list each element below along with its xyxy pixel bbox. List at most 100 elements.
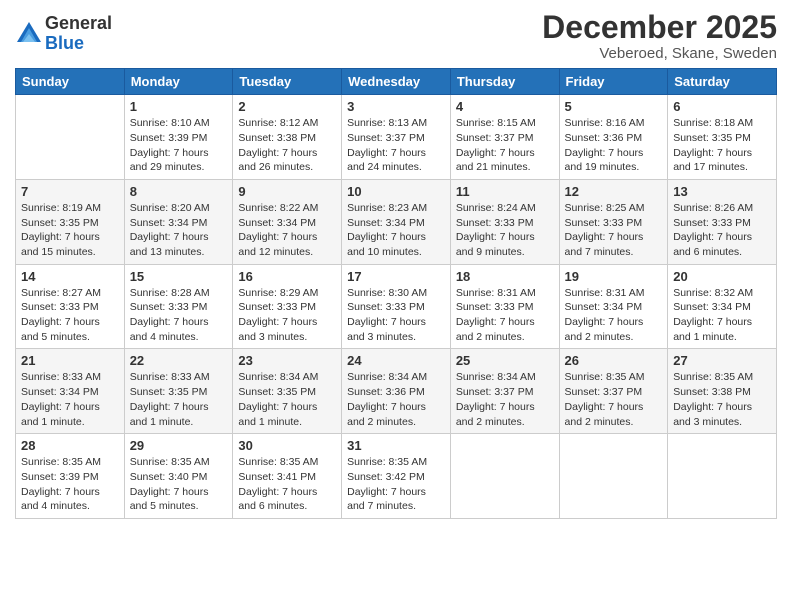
day-info: Sunrise: 8:27 AM Sunset: 3:33 PM Dayligh… xyxy=(21,286,119,345)
day-number: 8 xyxy=(130,184,228,199)
day-info: Sunrise: 8:28 AM Sunset: 3:33 PM Dayligh… xyxy=(130,286,228,345)
day-number: 22 xyxy=(130,353,228,368)
logo-text: General Blue xyxy=(45,14,112,54)
calendar: SundayMondayTuesdayWednesdayThursdayFrid… xyxy=(15,68,777,519)
day-number: 6 xyxy=(673,99,771,114)
calendar-cell: 12 Sunrise: 8:25 AM Sunset: 3:33 PM Dayli… xyxy=(559,179,668,264)
calendar-header-saturday: Saturday xyxy=(668,69,777,95)
calendar-header-sunday: Sunday xyxy=(16,69,125,95)
day-number: 15 xyxy=(130,269,228,284)
calendar-header-friday: Friday xyxy=(559,69,668,95)
calendar-week-1: 7 Sunrise: 8:19 AM Sunset: 3:35 PM Daylig… xyxy=(16,179,777,264)
calendar-cell: 27 Sunrise: 8:35 AM Sunset: 3:38 PM Dayli… xyxy=(668,349,777,434)
calendar-cell: 16Sunrise: 8:29 AM Sunset: 3:33 PM Dayli… xyxy=(233,264,342,349)
day-number: 24 xyxy=(347,353,445,368)
day-info: Sunrise: 8:16 AM Sunset: 3:36 PM Dayligh… xyxy=(565,116,663,175)
calendar-cell: 26 Sunrise: 8:35 AM Sunset: 3:37 PM Dayli… xyxy=(559,349,668,434)
calendar-cell: 5 Sunrise: 8:16 AM Sunset: 3:36 PM Daylig… xyxy=(559,95,668,180)
day-info: Sunrise: 8:19 AM Sunset: 3:35 PM Dayligh… xyxy=(21,201,119,260)
day-number: 5 xyxy=(565,99,663,114)
calendar-cell: 10 Sunrise: 8:23 AM Sunset: 3:34 PM Dayli… xyxy=(342,179,451,264)
day-number: 3 xyxy=(347,99,445,114)
calendar-cell: 21Sunrise: 8:33 AM Sunset: 3:34 PM Dayli… xyxy=(16,349,125,434)
day-number: 1 xyxy=(130,99,228,114)
day-info: Sunrise: 8:22 AM Sunset: 3:34 PM Dayligh… xyxy=(238,201,336,260)
calendar-cell: 7 Sunrise: 8:19 AM Sunset: 3:35 PM Daylig… xyxy=(16,179,125,264)
day-number: 25 xyxy=(456,353,554,368)
calendar-cell: 23 Sunrise: 8:34 AM Sunset: 3:35 PM Dayli… xyxy=(233,349,342,434)
day-number: 11 xyxy=(456,184,554,199)
day-info: Sunrise: 8:34 AM Sunset: 3:36 PM Dayligh… xyxy=(347,370,445,429)
calendar-cell: 25 Sunrise: 8:34 AM Sunset: 3:37 PM Dayli… xyxy=(450,349,559,434)
day-info: Sunrise: 8:10 AM Sunset: 3:39 PM Dayligh… xyxy=(130,116,228,175)
day-info: Sunrise: 8:31 AM Sunset: 3:33 PM Dayligh… xyxy=(456,286,554,345)
calendar-cell: 29 Sunrise: 8:35 AM Sunset: 3:40 PM Dayli… xyxy=(124,434,233,519)
calendar-cell: 2 Sunrise: 8:12 AM Sunset: 3:38 PM Daylig… xyxy=(233,95,342,180)
day-info: Sunrise: 8:35 AM Sunset: 3:40 PM Dayligh… xyxy=(130,455,228,514)
day-info: Sunrise: 8:13 AM Sunset: 3:37 PM Dayligh… xyxy=(347,116,445,175)
logo-blue: Blue xyxy=(45,34,112,54)
day-number: 7 xyxy=(21,184,119,199)
day-info: Sunrise: 8:26 AM Sunset: 3:33 PM Dayligh… xyxy=(673,201,771,260)
calendar-cell: 22Sunrise: 8:33 AM Sunset: 3:35 PM Dayli… xyxy=(124,349,233,434)
day-info: Sunrise: 8:23 AM Sunset: 3:34 PM Dayligh… xyxy=(347,201,445,260)
calendar-cell: 31Sunrise: 8:35 AM Sunset: 3:42 PM Dayli… xyxy=(342,434,451,519)
logo-general: General xyxy=(45,14,112,34)
calendar-cell xyxy=(668,434,777,519)
day-number: 28 xyxy=(21,438,119,453)
day-number: 16 xyxy=(238,269,336,284)
day-info: Sunrise: 8:35 AM Sunset: 3:39 PM Dayligh… xyxy=(21,455,119,514)
day-info: Sunrise: 8:25 AM Sunset: 3:33 PM Dayligh… xyxy=(565,201,663,260)
day-number: 14 xyxy=(21,269,119,284)
calendar-cell: 17 Sunrise: 8:30 AM Sunset: 3:33 PM Dayli… xyxy=(342,264,451,349)
day-number: 29 xyxy=(130,438,228,453)
main-title: December 2025 xyxy=(542,10,777,45)
day-number: 23 xyxy=(238,353,336,368)
day-number: 13 xyxy=(673,184,771,199)
day-number: 27 xyxy=(673,353,771,368)
day-number: 10 xyxy=(347,184,445,199)
calendar-cell: 8Sunrise: 8:20 AM Sunset: 3:34 PM Daylig… xyxy=(124,179,233,264)
calendar-week-0: 1 Sunrise: 8:10 AM Sunset: 3:39 PM Daylig… xyxy=(16,95,777,180)
calendar-cell: 9Sunrise: 8:22 AM Sunset: 3:34 PM Daylig… xyxy=(233,179,342,264)
day-info: Sunrise: 8:15 AM Sunset: 3:37 PM Dayligh… xyxy=(456,116,554,175)
header-row: General Blue December 2025 Veberoed, Ska… xyxy=(15,10,777,62)
logo-icon xyxy=(15,20,43,48)
calendar-header-row: SundayMondayTuesdayWednesdayThursdayFrid… xyxy=(16,69,777,95)
day-number: 20 xyxy=(673,269,771,284)
logo: General Blue xyxy=(15,14,112,54)
day-info: Sunrise: 8:32 AM Sunset: 3:34 PM Dayligh… xyxy=(673,286,771,345)
day-info: Sunrise: 8:24 AM Sunset: 3:33 PM Dayligh… xyxy=(456,201,554,260)
day-number: 4 xyxy=(456,99,554,114)
day-number: 17 xyxy=(347,269,445,284)
calendar-cell: 14 Sunrise: 8:27 AM Sunset: 3:33 PM Dayli… xyxy=(16,264,125,349)
day-info: Sunrise: 8:12 AM Sunset: 3:38 PM Dayligh… xyxy=(238,116,336,175)
calendar-cell: 28 Sunrise: 8:35 AM Sunset: 3:39 PM Dayli… xyxy=(16,434,125,519)
calendar-cell: 24 Sunrise: 8:34 AM Sunset: 3:36 PM Dayli… xyxy=(342,349,451,434)
day-info: Sunrise: 8:18 AM Sunset: 3:35 PM Dayligh… xyxy=(673,116,771,175)
day-info: Sunrise: 8:34 AM Sunset: 3:37 PM Dayligh… xyxy=(456,370,554,429)
calendar-week-2: 14 Sunrise: 8:27 AM Sunset: 3:33 PM Dayli… xyxy=(16,264,777,349)
calendar-cell: 6 Sunrise: 8:18 AM Sunset: 3:35 PM Daylig… xyxy=(668,95,777,180)
calendar-cell: 11 Sunrise: 8:24 AM Sunset: 3:33 PM Dayli… xyxy=(450,179,559,264)
day-info: Sunrise: 8:30 AM Sunset: 3:33 PM Dayligh… xyxy=(347,286,445,345)
day-info: Sunrise: 8:34 AM Sunset: 3:35 PM Dayligh… xyxy=(238,370,336,429)
day-info: Sunrise: 8:35 AM Sunset: 3:37 PM Dayligh… xyxy=(565,370,663,429)
calendar-cell: 20 Sunrise: 8:32 AM Sunset: 3:34 PM Dayli… xyxy=(668,264,777,349)
day-number: 26 xyxy=(565,353,663,368)
day-number: 18 xyxy=(456,269,554,284)
day-number: 12 xyxy=(565,184,663,199)
day-info: Sunrise: 8:31 AM Sunset: 3:34 PM Dayligh… xyxy=(565,286,663,345)
calendar-cell: 4 Sunrise: 8:15 AM Sunset: 3:37 PM Daylig… xyxy=(450,95,559,180)
calendar-cell xyxy=(16,95,125,180)
calendar-header-tuesday: Tuesday xyxy=(233,69,342,95)
title-block: December 2025 Veberoed, Skane, Sweden xyxy=(542,10,777,62)
day-number: 2 xyxy=(238,99,336,114)
calendar-cell: 19Sunrise: 8:31 AM Sunset: 3:34 PM Dayli… xyxy=(559,264,668,349)
calendar-header-monday: Monday xyxy=(124,69,233,95)
day-number: 30 xyxy=(238,438,336,453)
day-info: Sunrise: 8:33 AM Sunset: 3:34 PM Dayligh… xyxy=(21,370,119,429)
day-info: Sunrise: 8:35 AM Sunset: 3:38 PM Dayligh… xyxy=(673,370,771,429)
calendar-cell: 13 Sunrise: 8:26 AM Sunset: 3:33 PM Dayli… xyxy=(668,179,777,264)
calendar-cell: 3 Sunrise: 8:13 AM Sunset: 3:37 PM Daylig… xyxy=(342,95,451,180)
